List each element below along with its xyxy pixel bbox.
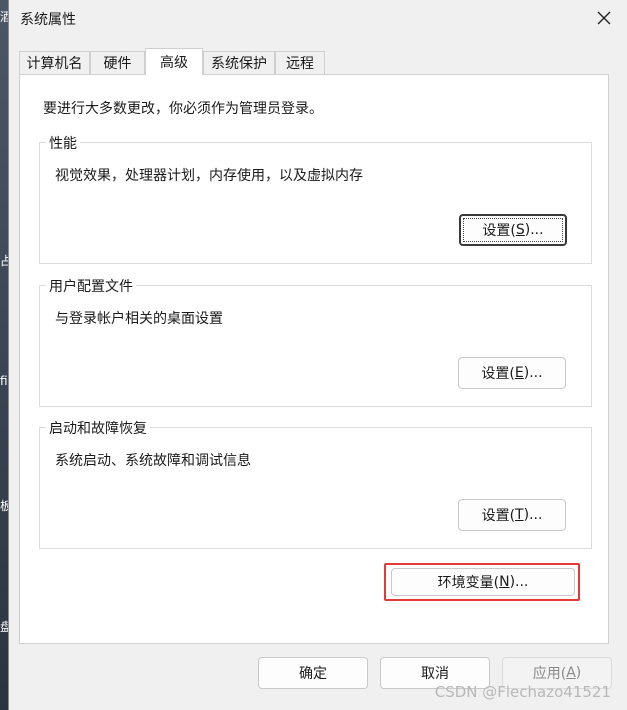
group-title: 用户配置文件 (46, 276, 136, 296)
tab-advanced[interactable]: 高级 (145, 48, 203, 75)
button-label: )... (523, 365, 543, 381)
button-label: )... (524, 222, 544, 238)
user-profiles-group: 用户配置文件 与登录帐户相关的桌面设置 设置(E)... (39, 276, 592, 407)
window-title: 系统属性 (20, 12, 76, 28)
highlight-annotation (384, 563, 580, 601)
close-button[interactable] (592, 6, 616, 30)
tab-label: 系统保护 (211, 56, 267, 72)
ok-button[interactable]: 确定 (258, 657, 368, 689)
tab-label: 计算机名 (26, 56, 83, 72)
mnemonic: T (515, 507, 524, 523)
title-bar: 系统属性 (9, 0, 627, 36)
tab-label: 硬件 (103, 56, 132, 72)
mnemonic: A (566, 665, 576, 681)
button-label: 取消 (421, 666, 449, 682)
tab-label: 远程 (286, 56, 314, 72)
startup-recovery-settings-button[interactable]: 设置(T)... (458, 499, 566, 531)
startup-recovery-group: 启动和故障恢复 系统启动、系统故障和调试信息 设置(T)... (39, 418, 592, 549)
tab-label: 高级 (160, 55, 188, 71)
close-icon (597, 11, 611, 25)
button-label: 设置( (481, 508, 516, 524)
button-label: 应用( (532, 666, 567, 682)
mnemonic: E (514, 365, 524, 381)
system-properties-dialog: 系统属性 计算机名 硬件 高级 系统保护 远程 要进行大多数更改，你必须作为管理… (8, 0, 627, 710)
user-profiles-settings-button[interactable]: 设置(E)... (458, 357, 566, 389)
tab-system-protection[interactable]: 系统保护 (203, 51, 275, 74)
button-label: 确定 (299, 666, 327, 682)
button-label: )... (523, 507, 543, 523)
watermark: CSDN @Flechazo41521 (434, 683, 611, 701)
group-description: 视觉效果，处理器计划，内存使用，以及虚拟内存 (55, 168, 363, 184)
tab-hardware[interactable]: 硬件 (90, 51, 145, 74)
group-description: 与登录帐户相关的桌面设置 (55, 311, 223, 327)
group-title: 启动和故障恢复 (46, 418, 150, 438)
button-label: 设置( (481, 366, 515, 382)
button-label: ) (575, 665, 582, 681)
group-description: 系统启动、系统故障和调试信息 (55, 453, 251, 469)
performance-group: 性能 视觉效果，处理器计划，内存使用，以及虚拟内存 设置(S)... (39, 133, 592, 264)
button-label: 设置( (482, 223, 516, 239)
tab-remote[interactable]: 远程 (275, 51, 325, 74)
tab-computer-name[interactable]: 计算机名 (19, 51, 90, 74)
admin-notice: 要进行大多数更改，你必须作为管理员登录。 (43, 101, 323, 117)
group-title: 性能 (46, 133, 80, 153)
mnemonic: S (515, 222, 525, 238)
performance-settings-button[interactable]: 设置(S)... (459, 214, 567, 246)
